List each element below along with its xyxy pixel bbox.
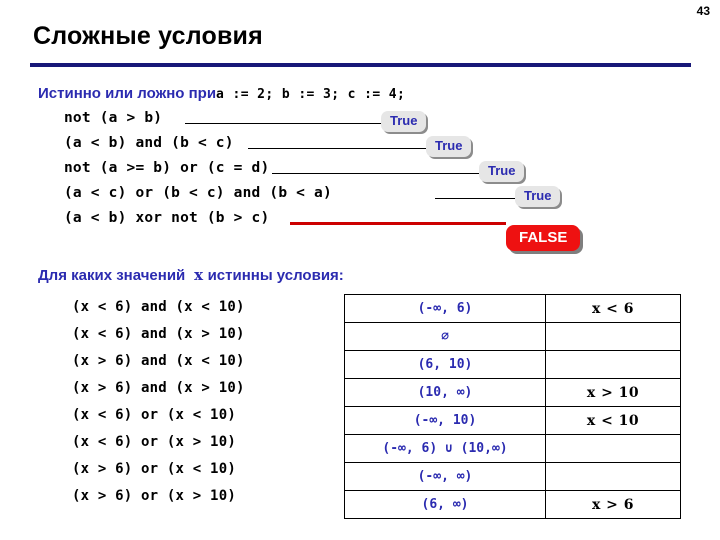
condition-text: (x > 6) and (x < 10) [72, 353, 245, 369]
interval-cell: (-∞, 6) [344, 294, 546, 323]
interval-cell: (-∞, ∞) [344, 462, 546, 491]
simple-cell [545, 350, 681, 379]
condition-text: (x < 6) or (x < 10) [72, 407, 236, 423]
table-row: (-∞, 6) ∪ (10,∞) [344, 434, 681, 463]
simple-cell [545, 434, 681, 463]
expression-code: (a < c) or (b < c) and (b < a) [64, 185, 332, 201]
table-row: (10, ∞) x > 10 [344, 378, 681, 407]
result-badge-true: True [426, 136, 472, 157]
simple-cell [545, 462, 681, 491]
simple-cell: x < 6 [545, 294, 681, 323]
interval-cell: (10, ∞) [344, 378, 546, 407]
question-one-label: Истинно или ложно при [38, 85, 217, 102]
expression-row: not (a > b) True [0, 108, 720, 133]
result-badge-true: True [479, 161, 525, 182]
condition-text: (x > 6) or (x < 10) [72, 461, 236, 477]
condition-text: (x > 6) or (x > 10) [72, 488, 236, 504]
simple-cell: x < 10 [545, 406, 681, 435]
expression-row: (a < b) and (b < c) True [0, 133, 720, 158]
page-number: 43 [696, 4, 710, 18]
condition-text: (x > 6) and (x > 10) [72, 380, 245, 396]
table-row: (-∞, 10) x < 10 [344, 406, 681, 435]
expression-row: (a < b) xor not (b > c) FALSE [0, 208, 720, 251]
leader-line [248, 148, 426, 149]
result-badge-true: True [515, 186, 561, 207]
condition-text: (x < 6) and (x > 10) [72, 326, 245, 342]
expression-row: (a < c) or (b < c) and (b < a) True [0, 183, 720, 208]
interval-cell: (-∞, 10) [344, 406, 546, 435]
question-two-prefix: Для каких значений [38, 267, 186, 284]
question-one-assignments: a := 2; b := 3; c := 4; [216, 87, 406, 102]
simple-cell: x > 10 [545, 378, 681, 407]
variable-x: x [194, 266, 204, 284]
leader-line [272, 173, 479, 174]
expression-code: not (a >= b) or (c = d) [64, 160, 270, 176]
interval-cell: ∅ [344, 322, 546, 351]
simple-cell [545, 322, 681, 351]
condition-text: (x < 6) or (x > 10) [72, 434, 236, 450]
table-row: (6, 10) [344, 350, 681, 379]
expression-code: (a < b) xor not (b > c) [64, 210, 270, 226]
table-row: ∅ [344, 322, 681, 351]
question-one: Истинно или ложно приa := 2; b := 3; c :… [38, 85, 405, 102]
result-badge-false: FALSE [506, 225, 581, 251]
table-row: (-∞, ∞) [344, 462, 681, 491]
title-divider [30, 63, 691, 67]
expression-row: not (a >= b) or (c = d) True [0, 158, 720, 183]
condition-text: (x < 6) and (x < 10) [72, 299, 245, 315]
expression-code: (a < b) and (b < c) [64, 135, 234, 151]
table-row: (6, ∞) x > 6 [344, 490, 681, 519]
leader-line [185, 123, 381, 124]
leader-line [435, 198, 515, 199]
expression-list: not (a > b) True (a < b) and (b < c) Tru… [0, 108, 720, 251]
interval-cell: (6, 10) [344, 350, 546, 379]
answer-table: (-∞, 6) x < 6 ∅ (6, 10) (10, ∞) x > 10 (… [344, 294, 681, 519]
interval-cell: (6, ∞) [344, 490, 546, 519]
simple-cell: x > 6 [545, 490, 681, 519]
page-title: Сложные условия [33, 22, 263, 50]
question-two-suffix: истинны условия: [207, 267, 344, 284]
interval-cell: (-∞, 6) ∪ (10,∞) [344, 434, 546, 463]
result-badge-true: True [381, 111, 427, 132]
expression-code: not (a > b) [64, 110, 163, 126]
table-row: (-∞, 6) x < 6 [344, 294, 681, 323]
leader-line-red [290, 222, 506, 225]
question-two: Для каких значений x истинны условия: [38, 266, 344, 285]
